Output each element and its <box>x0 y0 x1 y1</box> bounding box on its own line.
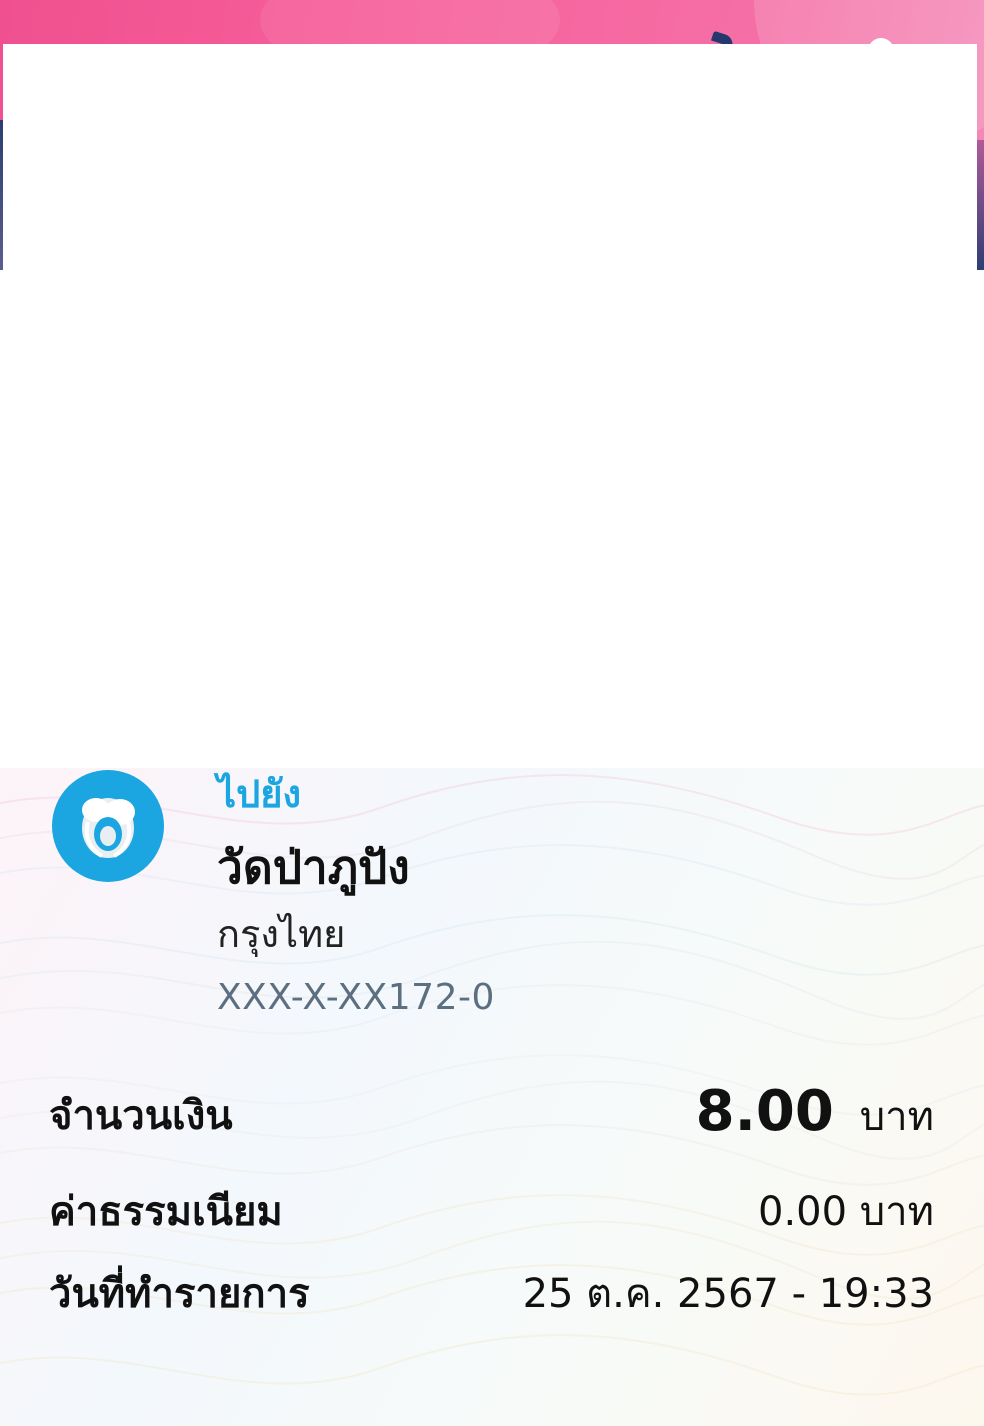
content-panel <box>3 44 977 768</box>
recipient-name: วัดป่าภูปัง <box>217 840 410 894</box>
krungthai-bank-logo-icon <box>52 770 164 882</box>
amount-label: จำนวนเงิน <box>49 1093 233 1139</box>
transfer-to-label: ไปยัง <box>217 772 302 816</box>
recipient-account-number: XXX-X-XX172-0 <box>217 977 495 1018</box>
amount-unit: บาท <box>859 1094 934 1140</box>
transaction-date-label: วันที่ทำรายการ <box>49 1271 310 1317</box>
transaction-date-value: 25 ต.ค. 2567 - 19:33 <box>522 1271 934 1317</box>
fee-value: 0.00 บาท <box>758 1189 934 1235</box>
recipient-bank-name: กรุงไทย <box>217 912 346 956</box>
fee-label: ค่าธรรมเนียม <box>49 1189 283 1235</box>
amount-value: 8.00 บาท <box>696 1084 934 1143</box>
amount-number: 8.00 <box>695 1079 834 1144</box>
transfer-receipt: ไปยัง วัดป่าภูปัง กรุงไทย XXX-X-XX172-0 … <box>0 768 984 1426</box>
